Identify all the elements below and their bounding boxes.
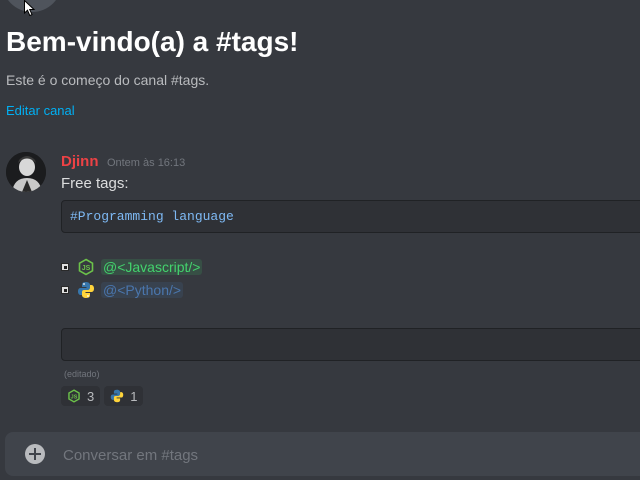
welcome-subtitle: Este é o começo do canal #tags. [6, 72, 210, 88]
python-icon [78, 282, 94, 298]
reaction-count: 1 [130, 388, 138, 404]
message-text: Free tags: [61, 175, 129, 192]
edited-label: (editado) [64, 369, 100, 379]
message-timestamp: Ontem às 16:13 [106, 157, 186, 169]
tag-item-python: @<Python/> [61, 281, 184, 299]
reaction-count: 3 [87, 388, 95, 404]
add-attachment-button[interactable] [25, 444, 45, 464]
bullet-icon [61, 286, 69, 294]
bullet-icon [61, 263, 69, 271]
message-composer [5, 432, 640, 478]
reaction-nodejs[interactable]: JS 3 [61, 386, 101, 406]
reaction-python[interactable]: 1 [104, 386, 144, 406]
message-author[interactable]: Djinn [61, 153, 99, 170]
python-icon [111, 389, 124, 403]
avatar[interactable] [6, 152, 46, 192]
nodejs-icon: JS [68, 389, 80, 403]
message-input[interactable] [61, 432, 625, 478]
code-block: #Programming language [61, 200, 640, 233]
message-header: Djinn Ontem às 16:13 [61, 153, 185, 171]
mouse-cursor-icon [24, 0, 36, 17]
welcome-title: Bem-vindo(a) a #tags! [6, 26, 299, 57]
empty-code-block [61, 328, 640, 361]
tag-item-javascript: JS @<Javascript/> [61, 258, 203, 276]
nodejs-icon: JS [78, 258, 94, 276]
svg-text:JS: JS [82, 265, 91, 272]
mention-python[interactable]: @<Python/> [101, 282, 184, 298]
reactions: JS 3 1 [61, 386, 144, 406]
avatar-image [6, 152, 46, 192]
edit-channel-link[interactable]: Editar canal [6, 103, 75, 118]
mention-javascript[interactable]: @<Javascript/> [101, 259, 203, 275]
svg-text:JS: JS [71, 394, 78, 400]
